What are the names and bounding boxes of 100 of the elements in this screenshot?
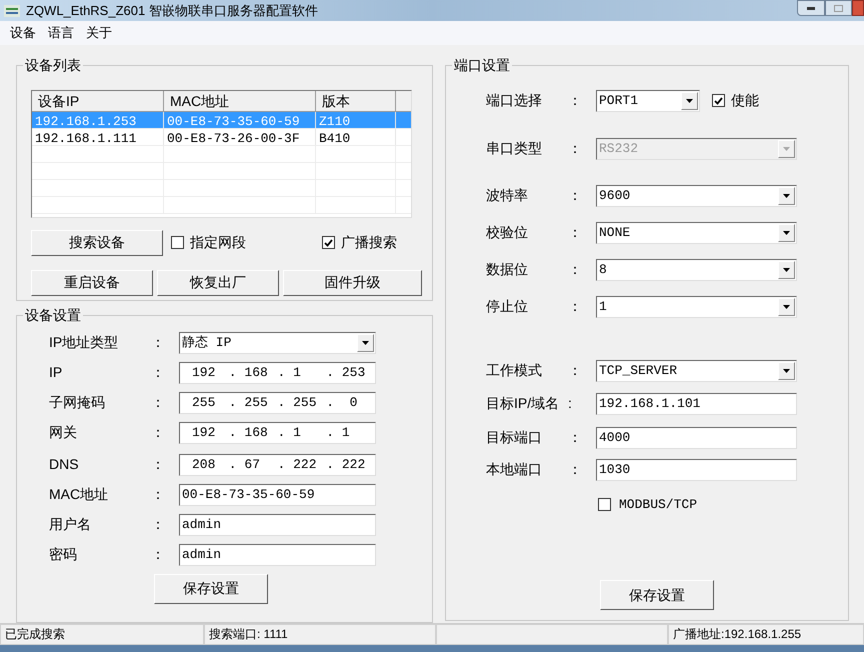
- table-cell: B410: [316, 128, 396, 145]
- caret-icon: [783, 368, 790, 373]
- dropdown-field[interactable]: 8: [596, 258, 797, 281]
- field-label: 校验位: [486, 223, 529, 242]
- input-field[interactable]: 4000: [596, 426, 797, 449]
- dropdown-button[interactable]: [778, 298, 795, 316]
- ip-octet: . 255: [278, 394, 318, 412]
- checkbox[interactable]: [598, 498, 611, 512]
- checkbox-label: 使能: [731, 91, 759, 110]
- field-label: 用户名: [49, 515, 92, 534]
- ip-octet: . 253: [326, 364, 366, 382]
- menu-item[interactable]: 语言: [48, 23, 74, 43]
- ip-octet: . 67: [228, 456, 262, 474]
- colon-label: ：: [568, 460, 583, 480]
- field-label: 工作模式: [486, 361, 543, 380]
- dropdown-button[interactable]: [681, 92, 698, 110]
- caret-icon: [362, 340, 369, 345]
- caret-icon: [686, 98, 693, 103]
- status-panel: 搜索端口: 1111: [204, 624, 436, 646]
- colon-label: ：: [151, 393, 166, 412]
- input-field[interactable]: 00-E8-73-35-60-59: [179, 484, 376, 506]
- field-label: IP地址类型: [49, 333, 120, 352]
- field-label: MAC地址: [49, 485, 110, 504]
- minimize-button[interactable]: [797, 0, 825, 16]
- ip-octet: . 0: [326, 394, 358, 412]
- field-label: 密码: [49, 545, 78, 564]
- ip-address-field[interactable]: 192 . 168 . 1 . 1: [179, 422, 376, 444]
- colon-label: ：: [151, 423, 166, 442]
- field-label: 网关: [49, 423, 78, 442]
- field-label: 端口选择: [486, 91, 543, 110]
- column-header[interactable]: MAC地址: [164, 90, 316, 111]
- checkmark-icon: [324, 238, 333, 247]
- maximize-icon: [834, 4, 843, 12]
- push-button[interactable]: 重启设备: [31, 270, 153, 296]
- dropdown-field[interactable]: TCP_SERVER: [596, 360, 797, 382]
- table-cell: 192.168.1.111: [32, 128, 164, 145]
- dropdown-button[interactable]: [778, 224, 795, 242]
- menu-item[interactable]: 关于: [86, 23, 112, 43]
- ip-address-field[interactable]: 255 . 255 . 255 . 0: [179, 392, 376, 414]
- input-field[interactable]: admin: [179, 544, 376, 566]
- colon-label: ：: [568, 91, 583, 110]
- input-field[interactable]: 1030: [596, 458, 797, 481]
- column-header[interactable]: 设备IP: [32, 90, 164, 111]
- checkbox-label: MODBUS/TCP: [619, 496, 698, 514]
- colon-label: :: [568, 394, 573, 414]
- colon-label: ：: [568, 139, 583, 158]
- menu-item[interactable]: 设备: [10, 23, 36, 43]
- colon-label: ：: [568, 361, 583, 380]
- checkbox[interactable]: [322, 236, 335, 250]
- table-cell: 192.168.1.253: [32, 112, 164, 128]
- caret-icon: [783, 304, 790, 309]
- ip-octet: . 255: [228, 394, 269, 412]
- table-row[interactable]: 192.168.1.111 00-E8-73-26-00-3F B410: [32, 128, 411, 146]
- push-button[interactable]: 恢复出厂: [157, 270, 279, 296]
- colon-label: ：: [568, 297, 583, 316]
- push-button[interactable]: 保存设置: [154, 574, 268, 604]
- push-button[interactable]: 固件升级: [283, 270, 422, 296]
- ip-octet: . 1: [278, 424, 302, 442]
- field-label: 串口类型: [486, 139, 543, 158]
- column-header[interactable]: 版本: [316, 90, 396, 111]
- checkbox[interactable]: [171, 236, 184, 250]
- app-icon: [4, 4, 20, 17]
- dropdown-field[interactable]: PORT1: [596, 90, 700, 112]
- dropdown-button[interactable]: [778, 362, 795, 380]
- checkbox-label: 广播搜索: [341, 233, 397, 252]
- field-label: 目标端口: [486, 428, 543, 448]
- table-cell: 00-E8-73-26-00-3F: [164, 128, 316, 145]
- field-label: 本地端口: [486, 460, 543, 480]
- colon-label: ：: [151, 363, 166, 382]
- caret-icon: [783, 146, 790, 151]
- dropdown-field[interactable]: NONE: [596, 222, 797, 244]
- push-button[interactable]: 保存设置: [600, 580, 714, 610]
- dropdown-button[interactable]: [778, 260, 795, 279]
- minimize-icon: [807, 6, 815, 10]
- checkbox[interactable]: [712, 94, 725, 108]
- dropdown-field[interactable]: 1: [596, 296, 797, 318]
- window-title: ZQWL_EthRS_Z601 智嵌物联串口服务器配置软件: [26, 2, 318, 20]
- ip-address-field[interactable]: 208 . 67 . 222 . 222: [179, 454, 376, 476]
- colon-label: ：: [151, 333, 166, 352]
- dropdown-field[interactable]: 静态 IP: [179, 332, 376, 354]
- input-field[interactable]: admin: [179, 514, 376, 536]
- table-cell: Z110: [316, 112, 396, 128]
- colon-label: ：: [151, 455, 166, 474]
- input-field[interactable]: 192.168.1.101: [596, 392, 797, 415]
- status-panel: 已完成搜索: [0, 624, 204, 646]
- colon-label: ：: [151, 485, 166, 504]
- dropdown-button[interactable]: [357, 334, 374, 352]
- caret-icon: [783, 194, 790, 198]
- dropdown-button[interactable]: [778, 186, 795, 205]
- checkmark-icon: [714, 96, 723, 105]
- ip-address-field[interactable]: 192 . 168 . 1 . 253: [179, 362, 376, 384]
- colon-label: ：: [568, 260, 583, 280]
- colon-label: ：: [151, 545, 166, 564]
- ip-octet: . 222: [326, 456, 366, 474]
- push-button[interactable]: 搜索设备: [31, 230, 163, 256]
- checkbox-label: 指定网段: [190, 233, 246, 252]
- ip-octet: . 1: [326, 424, 351, 442]
- dropdown-field[interactable]: 9600: [596, 184, 797, 207]
- colon-label: ：: [568, 223, 583, 242]
- field-label: 数据位: [486, 260, 529, 280]
